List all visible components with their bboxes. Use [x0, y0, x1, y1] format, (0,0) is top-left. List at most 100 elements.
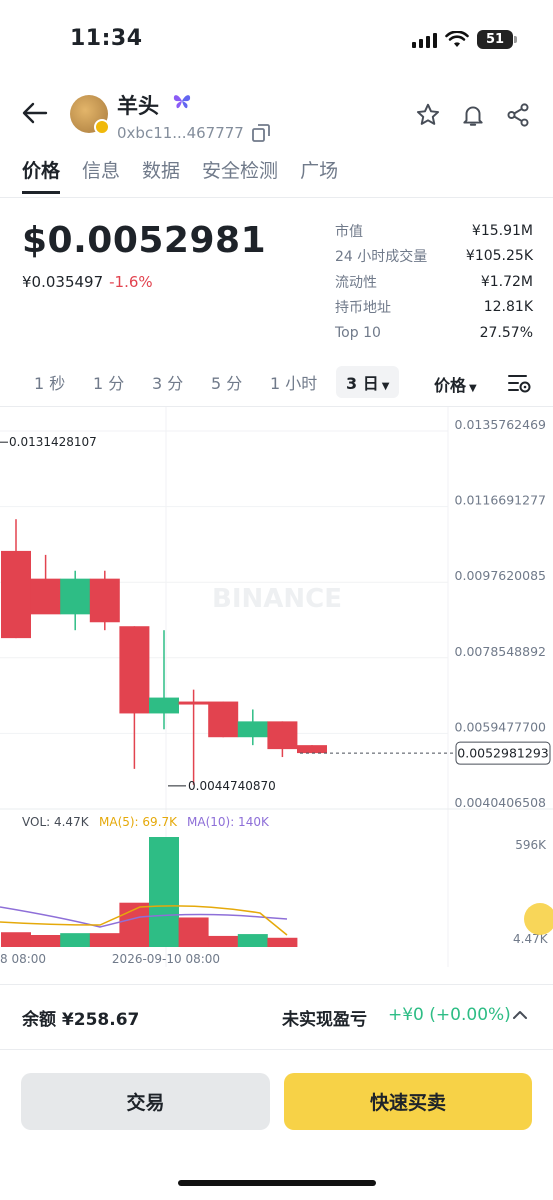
price-subline: ¥0.035497 -1.6% [22, 273, 153, 291]
price-type-select[interactable]: 价格 ▼ [434, 372, 477, 396]
stat-value: ¥105.25K [465, 248, 533, 265]
stat-label: 持币地址 [335, 300, 391, 317]
volume-bar [267, 937, 298, 947]
volume-bar [30, 935, 61, 947]
stat-label: 流动性 [335, 274, 377, 291]
price-change: -1.6% [109, 273, 153, 291]
assistant-emoji-icon [524, 903, 553, 935]
tab-security[interactable]: 安全检测 [202, 156, 278, 194]
candle [119, 626, 150, 714]
volume-bar [1, 932, 31, 947]
bell-icon[interactable] [460, 102, 486, 128]
current-price: $0.0052981 [22, 220, 267, 261]
signal-icon [412, 32, 437, 48]
chart-settings-icon[interactable] [508, 373, 532, 395]
candle [237, 721, 268, 738]
stat-value: 12.81K [483, 299, 533, 316]
battery-icon: 51 [477, 30, 517, 49]
volume-bar [178, 917, 209, 947]
status-bar: 11:34 51 [0, 0, 553, 80]
ma5-label: MA(5): 69.7K [99, 815, 178, 829]
candle [297, 745, 327, 754]
butterfly-icon [173, 95, 191, 109]
y-axis-label: 0.0135762469 [455, 417, 547, 432]
pnl-label: 未实现盈亏 [282, 1010, 367, 1030]
interval-1m[interactable]: 1 分 [93, 370, 124, 394]
token-address: 0xbc11...467777 [117, 124, 244, 142]
candle [178, 701, 209, 705]
pnl-value: +¥0 (+0.00%) [388, 1005, 511, 1025]
stat-row-holders: 持币地址 12.81K [335, 295, 533, 321]
stat-label: 市值 [335, 223, 363, 240]
candle [1, 550, 31, 639]
chevron-up-icon[interactable] [512, 1009, 528, 1021]
status-time: 11:34 [70, 26, 143, 51]
candle [60, 578, 91, 615]
home-indicator [178, 1180, 376, 1186]
divider [0, 197, 553, 198]
interval-bar: 1 秒 1 分 3 分 5 分 1 小时 3 日 ▼ 价格 ▼ [0, 364, 553, 402]
interval-3d[interactable]: 3 日 ▼ [336, 366, 400, 398]
chain-badge-icon [94, 119, 110, 135]
high-marker-label: 0.0131428107 [9, 435, 97, 449]
caret-down-icon: ▼ [381, 381, 390, 392]
token-header: 羊头 0xbc11...467777 [0, 84, 553, 146]
token-name: 羊头 [117, 94, 159, 118]
chart-watermark: BINANCE [212, 584, 342, 614]
status-icons: 51 [412, 30, 517, 49]
wifi-icon [445, 30, 469, 47]
trade-button[interactable]: 交易 [21, 1073, 270, 1130]
volume-label: VOL: 4.47K [22, 815, 90, 829]
x-axis-label: 2026-09-10 08:00 [112, 952, 220, 966]
x-axis-label: 8 08:00 [0, 952, 46, 966]
y-axis-label: 0.0078548892 [455, 644, 546, 659]
volume-bar [149, 837, 179, 947]
stat-value: ¥1.72M [480, 273, 533, 290]
current-price-label: 0.0052981293 [457, 746, 548, 761]
back-arrow-icon[interactable] [22, 102, 48, 124]
candle [208, 701, 239, 738]
y-axis-label: 0.0116691277 [455, 493, 546, 508]
price-type-label: 价格 [434, 376, 467, 395]
price-cny: ¥0.035497 [22, 273, 104, 291]
position-bar[interactable]: 余额 ¥258.67 未实现盈亏 +¥0 (+0.00%) [0, 984, 553, 1050]
stat-value: ¥15.91M [471, 222, 533, 239]
interval-3m[interactable]: 3 分 [152, 370, 183, 394]
volume-max-label: 596K [515, 838, 547, 852]
y-axis-label: 0.0040406508 [455, 795, 547, 810]
interval-1s[interactable]: 1 秒 [34, 370, 65, 394]
copy-icon[interactable] [252, 124, 270, 142]
tab-price[interactable]: 价格 [22, 156, 61, 194]
tab-square[interactable]: 广场 [300, 156, 338, 194]
caret-down-icon: ▼ [469, 383, 477, 394]
candle [149, 697, 179, 714]
interval-3d-label: 3 日 [346, 374, 379, 393]
tab-bar: 价格 信息 数据 安全检测 广场 [22, 156, 338, 194]
share-icon[interactable] [505, 102, 531, 128]
candle [267, 721, 298, 750]
interval-1h[interactable]: 1 小时 [270, 370, 317, 394]
volume-bar [89, 933, 120, 947]
candle [30, 578, 61, 615]
candle [89, 578, 120, 623]
volume-bar [60, 933, 91, 947]
balance: 余额 ¥258.67 [22, 1010, 140, 1030]
tab-data[interactable]: 数据 [142, 156, 180, 194]
interval-5m[interactable]: 5 分 [211, 370, 242, 394]
stat-label: Top 10 [335, 324, 381, 341]
volume-bar [237, 934, 268, 947]
ma10-label: MA(10): 140K [187, 815, 270, 829]
stat-label: 24 小时成交量 [335, 249, 428, 266]
price-chart[interactable]: BINANCE 0.0135762469 0.0116691277 0.009762… [0, 407, 553, 967]
quick-trade-button[interactable]: 快速买卖 [284, 1073, 532, 1130]
token-stats: 市值 ¥15.91M 24 小时成交量 ¥105.25K 流动性 ¥1.72M … [335, 218, 533, 346]
token-avatar [70, 95, 110, 135]
stat-value: 27.57% [479, 324, 533, 341]
tab-info[interactable]: 信息 [82, 156, 120, 194]
stat-row-market-cap: 市值 ¥15.91M [335, 218, 533, 244]
y-axis-label: 0.0059477700 [455, 719, 547, 734]
stat-row-volume: 24 小时成交量 ¥105.25K [335, 244, 533, 270]
battery-level: 51 [485, 32, 505, 47]
star-icon[interactable] [415, 102, 441, 128]
y-axis-label: 0.0097620085 [455, 568, 546, 583]
